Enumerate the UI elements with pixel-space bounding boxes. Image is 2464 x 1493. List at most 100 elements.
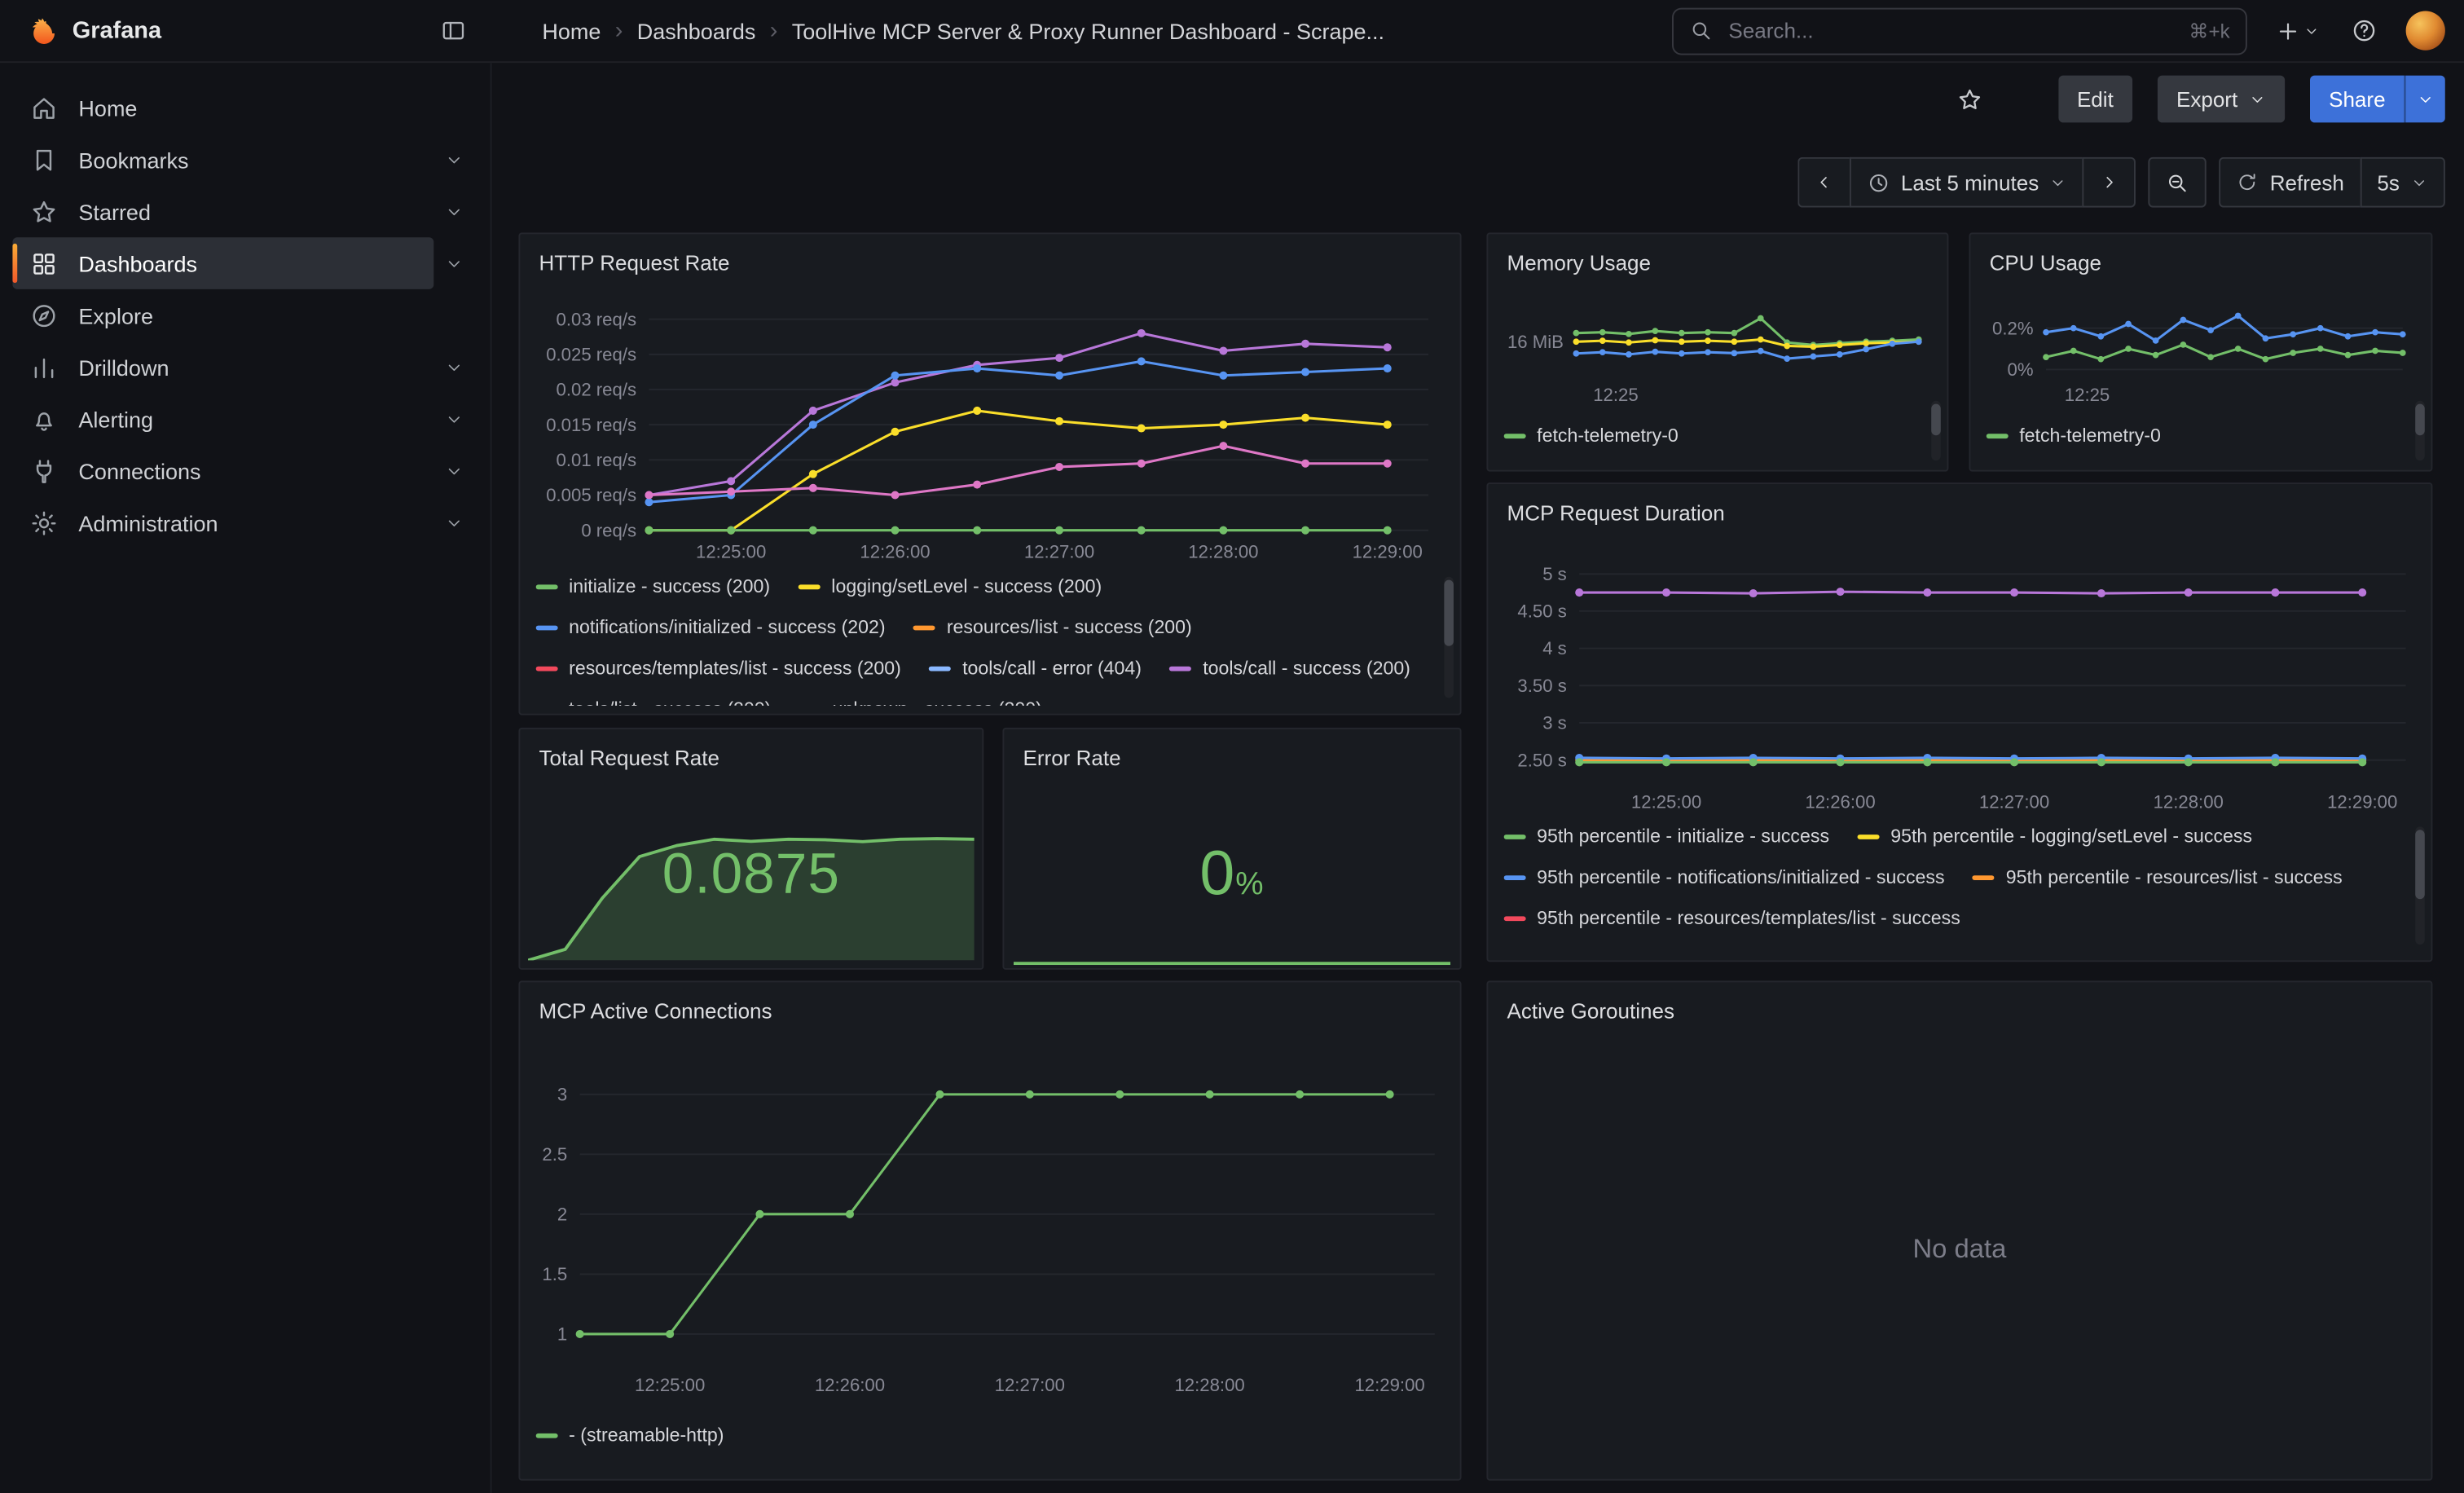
sidebar-item-drilldown[interactable]: Drilldown	[0, 341, 491, 393]
svg-text:2.5: 2.5	[542, 1144, 567, 1165]
grafana-app: Grafana Home › Dashboards › ToolHive MCP…	[0, 0, 2464, 1493]
legend-item[interactable]: resources/templates/list - success (200)	[536, 652, 901, 684]
legend-item[interactable]: 95th percentile - resources/list - succe…	[1973, 861, 2342, 893]
chevron-down-icon[interactable]	[433, 358, 474, 377]
panel-title[interactable]: Total Request Rate	[520, 729, 982, 786]
refresh-icon	[2237, 171, 2259, 193]
legend: 95th percentile - initialize - success 95…	[1504, 821, 2394, 953]
breadcrumb-home[interactable]: Home	[542, 18, 601, 43]
refresh-button[interactable]: Refresh	[2220, 157, 2360, 208]
dock-sidebar-icon	[440, 17, 467, 44]
legend-item[interactable]: 95th percentile - logging/setLevel - suc…	[1858, 821, 2252, 852]
svg-text:0.005 req/s: 0.005 req/s	[546, 485, 636, 505]
legend-item[interactable]: notifications/initialized - success (202…	[536, 611, 886, 643]
grafana-logo[interactable]	[22, 13, 56, 47]
svg-text:12:26:00: 12:26:00	[815, 1375, 885, 1395]
chevron-down-icon	[2417, 90, 2434, 108]
panel-title[interactable]: Error Rate	[1004, 729, 1459, 786]
sidebar-item-starred[interactable]: Starred	[0, 186, 491, 238]
sidebar-item-dashboards[interactable]: Dashboards	[0, 237, 491, 289]
share-button[interactable]: Share	[2310, 76, 2405, 123]
legend-item[interactable]: tools/call - error (404)	[930, 652, 1142, 684]
add-button[interactable]	[2273, 15, 2323, 46]
legend-item[interactable]: 95th percentile - resources/templates/li…	[1504, 902, 1960, 934]
svg-text:5 s: 5 s	[1542, 564, 1567, 584]
panel-title[interactable]: MCP Request Duration	[1488, 484, 2431, 540]
brand-zone: Grafana	[0, 13, 492, 47]
time-shift-back-button[interactable]	[1797, 157, 1850, 208]
legend-item[interactable]: unknown - success (200)	[799, 693, 1042, 705]
search-box[interactable]: ⌘+k	[1672, 7, 2247, 55]
legend-item[interactable]: resources/list - success (200)	[913, 611, 1191, 643]
share-dropdown-button[interactable]	[2405, 76, 2445, 123]
legend-scrollbar[interactable]	[2415, 401, 2425, 460]
panel-active-goroutines: Active Goroutines No data	[1486, 980, 2432, 1480]
time-range-picker[interactable]: Last 5 minutes	[1849, 157, 2083, 208]
panel-title[interactable]: HTTP Request Rate	[520, 234, 1459, 290]
legend-item[interactable]: 95th percentile - notifications/initiali…	[1504, 861, 1945, 893]
help-button[interactable]	[2347, 14, 2381, 46]
breadcrumb-dashboards[interactable]: Dashboards	[637, 18, 756, 43]
chevron-down-icon[interactable]	[433, 150, 474, 169]
legend-item[interactable]: 95th percentile - initialize - success	[1504, 821, 1829, 852]
svg-text:3.50 s: 3.50 s	[1517, 676, 1566, 696]
sidebar-item-alerting[interactable]: Alerting	[0, 393, 491, 445]
search-shortcut: ⌘+k	[2189, 19, 2229, 42]
legend-scrollbar[interactable]	[1931, 401, 1941, 460]
sidebar-item-explore[interactable]: Explore	[0, 289, 491, 341]
breadcrumb-current-page: ToolHive MCP Server & Proxy Runner Dashb…	[792, 18, 1384, 43]
svg-text:1.5: 1.5	[542, 1264, 567, 1284]
svg-text:12:28:00: 12:28:00	[1174, 1375, 1244, 1395]
refresh-interval-dropdown[interactable]: 5s	[2360, 157, 2445, 208]
sidebar-item-administration[interactable]: Administration	[0, 496, 491, 548]
svg-text:12:25: 12:25	[2065, 385, 2110, 405]
memory-usage-chart[interactable]: 16 MiB12:25	[1498, 291, 1931, 407]
chevron-down-icon[interactable]	[433, 202, 474, 221]
legend-item[interactable]: - (streamable-http)	[536, 1419, 724, 1451]
legend-scrollbar[interactable]	[1444, 577, 1454, 698]
sidebar-item-connections[interactable]: Connections	[0, 445, 491, 497]
mcp-active-connections-chart[interactable]: 11.522.5312:25:0012:26:0012:27:0012:28:0…	[533, 1048, 1450, 1397]
svg-text:12:27:00: 12:27:00	[995, 1375, 1065, 1395]
mcp-request-duration-chart[interactable]: 2.50 s3 s3.50 s4 s4.50 s5 s12:25:0012:26…	[1501, 544, 2422, 814]
legend-item[interactable]: tools/call - success (200)	[1170, 652, 1410, 684]
svg-text:12:28:00: 12:28:00	[1188, 542, 1258, 562]
main-content: Edit Export Share	[492, 63, 2464, 1493]
dock-sidebar-button[interactable]	[437, 14, 469, 46]
search-input[interactable]	[1726, 17, 2176, 44]
refresh-group: Refresh 5s	[2220, 157, 2445, 208]
time-toolbar: Last 5 minutes Refresh 5s	[1797, 157, 2445, 208]
error-rate-sparkline[interactable]	[1014, 945, 1450, 960]
zoom-out-button[interactable]	[2149, 157, 2207, 208]
sidebar-item-bookmarks[interactable]: Bookmarks	[0, 134, 491, 186]
sidebar-item-label: Explore	[78, 302, 153, 328]
svg-text:0%: 0%	[2008, 359, 2034, 380]
http-request-rate-chart[interactable]: 0 req/s0.005 req/s0.01 req/s0.015 req/s0…	[533, 294, 1445, 565]
legend-item[interactable]: initialize - success (200)	[536, 570, 770, 602]
svg-text:12:27:00: 12:27:00	[1024, 542, 1094, 562]
panel-title[interactable]: CPU Usage	[1970, 234, 2431, 290]
chevron-down-icon	[2050, 174, 2067, 191]
panel-title[interactable]: Memory Usage	[1488, 234, 1947, 290]
sidebar-item-home[interactable]: Home	[0, 81, 491, 134]
clock-icon	[1866, 170, 1890, 194]
legend-item[interactable]: fetch-telemetry-0	[1987, 420, 2161, 451]
export-button[interactable]: Export	[2158, 76, 2285, 123]
chevron-down-icon[interactable]	[433, 409, 474, 428]
legend-item[interactable]: logging/setLevel - success (200)	[799, 570, 1102, 602]
legend-scrollbar[interactable]	[2415, 826, 2425, 945]
avatar[interactable]	[2406, 11, 2445, 50]
svg-text:12:29:00: 12:29:00	[2327, 791, 2397, 812]
time-shift-forward-button[interactable]	[2083, 157, 2136, 208]
chevron-down-icon[interactable]	[433, 513, 474, 532]
chevron-down-icon[interactable]	[433, 253, 474, 272]
legend-item[interactable]: fetch-telemetry-0	[1504, 420, 1679, 451]
legend-item[interactable]: tools/list - success (200)	[536, 693, 772, 705]
favorite-star-button[interactable]	[1947, 84, 1992, 114]
panel-title[interactable]: MCP Active Connections	[520, 982, 1459, 1038]
cpu-usage-chart[interactable]: 0.2%0%12:25	[1980, 291, 2415, 407]
edit-button[interactable]: Edit	[2058, 76, 2132, 123]
home-icon	[30, 94, 59, 122]
time-range-group: Last 5 minutes	[1797, 157, 2136, 208]
chevron-down-icon[interactable]	[433, 461, 474, 480]
